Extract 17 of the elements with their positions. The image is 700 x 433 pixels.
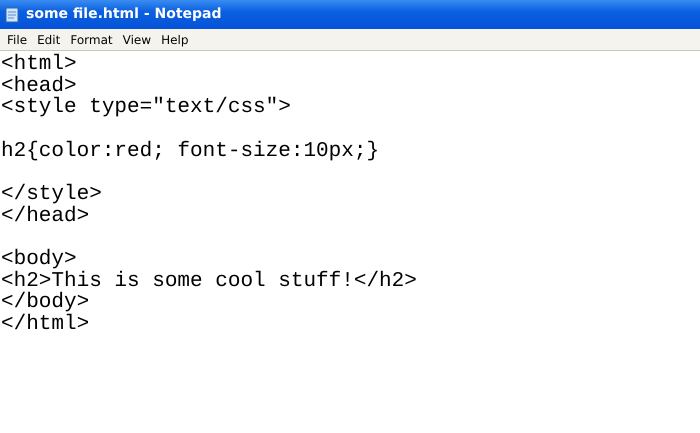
code-line: <h2>This is some cool stuff!</h2> bbox=[1, 270, 417, 292]
menu-item[interactable]: Edit bbox=[32, 30, 66, 48]
code-line: </head> bbox=[1, 206, 90, 227]
code-line: h2{color:red; font-size:10px;} bbox=[1, 140, 380, 162]
menu-item[interactable]: Help bbox=[156, 30, 194, 48]
code-line: <html> bbox=[1, 54, 77, 76]
code-line: <body> bbox=[1, 249, 77, 270]
code-line: <head> bbox=[1, 76, 77, 97]
menu-item[interactable]: Format bbox=[65, 30, 118, 48]
code-line: </html> bbox=[1, 314, 90, 335]
code-line: </style> bbox=[1, 184, 102, 206]
menu-item[interactable]: File bbox=[2, 30, 32, 48]
notepad-icon bbox=[4, 6, 20, 22]
menu-item[interactable]: View bbox=[118, 30, 156, 48]
code-line: </body> bbox=[1, 292, 90, 314]
window-title: some file.html - Notepad bbox=[26, 5, 222, 24]
code-line: <style type="text/css"> bbox=[1, 97, 291, 118]
